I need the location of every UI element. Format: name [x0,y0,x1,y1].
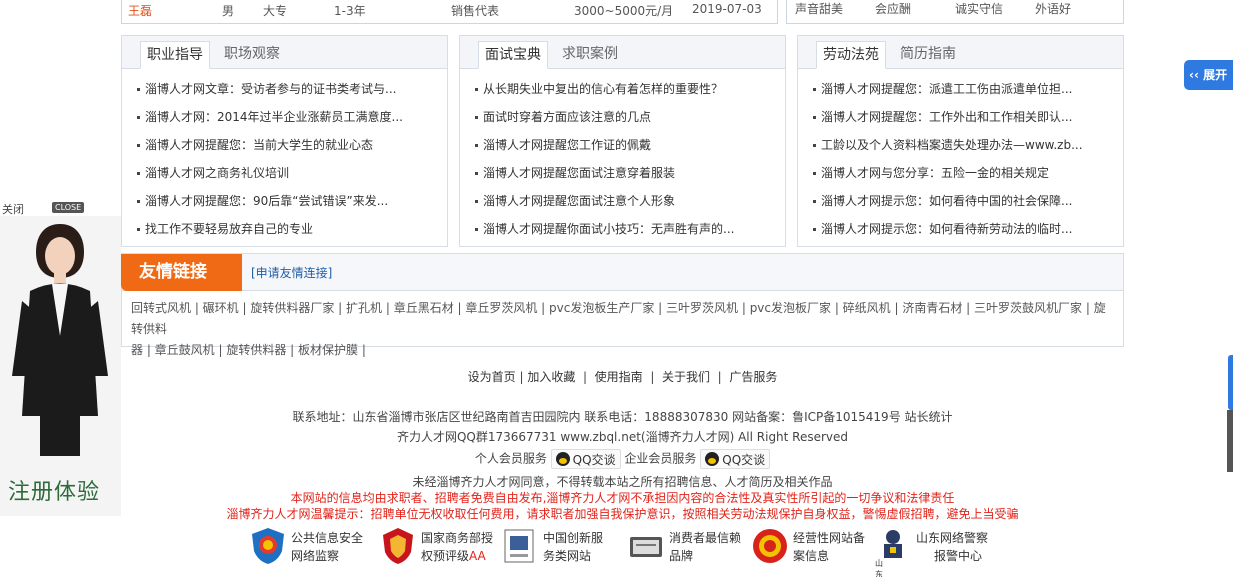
apply-link-button[interactable]: [申请友情连接] [251,264,332,281]
footer-nav: 设为首页 | 加入收藏 | 使用指南 | 关于我们 | 广告服务 [467,370,778,384]
footer-link-guide[interactable]: 使用指南 [595,370,643,384]
tag: 声音甜美 [795,2,844,16]
resume-tags: 声音甜美 会应酬 诚实守信 外语好 [786,0,1124,24]
panel-labor-law: 劳动法苑 简历指南 淄博人才网提醒您：派遣工工伤由派遣单位担... 淄博人才网提… [797,35,1124,247]
friend-links-section: 友情链接 [申请友情连接] 回转式风机 | 碾环机 | 旋转供料器厂家 | 扩孔… [121,253,1124,357]
article-list: 淄博人才网文章：受访者参与的证书类考试与... 淄博人才网：2014年过半企业涨… [122,69,447,243]
right-float-tab[interactable] [1228,355,1233,410]
tag: 会应酬 [875,2,912,16]
friend-links-line[interactable]: 回转式风机 | 碾环机 | 旋转供料器厂家 | 扩孔机 | 章丘黑石材 | 章丘… [131,298,1114,340]
footer-notice: 未经淄博齐力人才网同意，不得转载本站之所有招聘信息、人才简历及相关作品 [412,475,833,489]
resume-name[interactable]: 王磊 [128,2,152,19]
friend-links-list[interactable]: 回转式风机 | 碾环机 | 旋转供料器厂家 | 扩孔机 | 章丘黑石材 | 章丘… [122,291,1123,361]
list-item[interactable]: 淄博人才网提示您：如何看待新劳动法的临时... [812,215,1113,243]
tag: 外语好 [1035,2,1072,16]
side-ad-caption[interactable]: 注册体验 [8,474,100,506]
resume-experience: 1-3年 [334,4,366,18]
double-chevron-left-icon: ‹‹ [1189,68,1199,82]
footer-link-ads[interactable]: 广告服务 [729,370,777,384]
resume-salary: 3000~5000元/月 [574,4,674,18]
friend-links-title: 友情链接 [121,254,242,291]
enterprise-service-label: 企业会员服务 [624,451,697,466]
certificate-icon [504,529,534,563]
panel-tabs: 面试宝典 求职案例 [460,36,785,69]
tab-career-guidance[interactable]: 职业指导 [140,41,210,69]
list-item[interactable]: 淄博人才网提醒您：工作外出和工作相关即认... [812,103,1113,131]
woman-illustration-icon [12,224,108,456]
side-ad-banner[interactable]: 注册体验 [0,216,121,516]
close-text[interactable]: 关闭 [2,201,24,217]
list-item[interactable]: 淄博人才网提醒您面试注意个人形象 [474,187,775,215]
expand-button[interactable]: ‹‹ 展开 [1184,60,1233,90]
list-item[interactable]: 淄博人才网提醒您面试注意穿着服装 [474,159,775,187]
panel-tabs: 劳动法苑 简历指南 [798,36,1123,69]
panel-interview-tips: 面试宝典 求职案例 从长期失业中复出的信心有着怎样的重要性？ 面试时穿着方面应该… [459,35,786,247]
qq-penguin-icon [705,452,720,466]
footer-link-home[interactable]: 设为首页 [468,370,516,384]
close-button[interactable]: CLOSE [52,202,85,213]
list-item[interactable]: 面试时穿着方面应该注意的几点 [474,103,775,131]
resume-education: 大专 [263,4,288,18]
footer-address: 联系地址：山东省淄博市张店区世纪路南首吉田园院内 联系电话：1888830783… [292,410,953,424]
side-ad-close-bar: 关闭 CLOSE [0,201,121,217]
friend-links-header: 友情链接 [申请友情连接] [121,254,1123,291]
footer-link-about[interactable]: 关于我们 [662,370,710,384]
list-item[interactable]: 淄博人才网与您分享：五险一金的相关规定 [812,159,1113,187]
emblem-icon [753,529,787,563]
panel-tabs: 职业指导 职场观察 [122,36,447,69]
trusted-card-icon [630,537,662,557]
personal-qq-button[interactable]: QQ交谈 [550,449,621,469]
friend-links-line[interactable]: 器 | 章丘鼓风机 | 旋转供料器 | 板材保护膜 | [131,340,1114,361]
tag: 诚实守信 [955,2,1004,16]
personal-service-label: 个人会员服务 [474,451,547,466]
footer-link-favorite[interactable]: 加入收藏 [527,370,575,384]
tab-workplace-observation[interactable]: 职场观察 [218,41,286,69]
list-item[interactable]: 淄博人才网提醒您：90后靠“尝试错误”来发... [136,187,437,215]
tab-resume-guide[interactable]: 简历指南 [894,41,962,69]
list-item[interactable]: 找工作不要轻易放弃自己的专业 [136,215,437,243]
tab-job-cases[interactable]: 求职案例 [556,41,624,69]
list-item[interactable]: 淄博人才网提示您：如何看待中国的社会保障... [812,187,1113,215]
panel-career-guidance: 职业指导 职场观察 淄博人才网文章：受访者参与的证书类考试与... 淄博人才网：… [121,35,448,247]
police-icon-caption: 山东警察 [875,559,883,577]
tab-labor-law[interactable]: 劳动法苑 [816,41,886,69]
qq-penguin-icon [555,452,570,466]
list-item[interactable]: 工龄以及个人资料档案遗失处理办法—www.zb... [812,131,1113,159]
footer-warning: 淄博齐力人才网温馨提示：招聘单位无权收取任何费用，请求职者加强自我保护意识，按照… [226,507,1019,521]
resume-gender: 男 [222,4,235,18]
footer-qq-services: 个人会员服务 QQ交谈 企业会员服务 QQ交谈 [121,449,1124,471]
list-item[interactable]: 淄博人才网提醒您：派遣工工伤由派遣单位担... [812,75,1113,103]
footer-disclaimer: 本网站的信息均由求职者、招聘者免费自由发布,淄博齐力人才网不承担因内容的合法性及… [290,491,955,505]
article-list: 从长期失业中复出的信心有着怎样的重要性？ 面试时穿着方面应该注意的几点 淄博人才… [460,69,785,243]
footer-copyright: 齐力人才网QQ群173667731 www.zbql.net(淄博齐力人才网) … [396,430,849,444]
resume-position: 销售代表 [451,4,500,18]
list-item[interactable]: 淄博人才网提醒您：当前大学生的就业心态 [136,131,437,159]
tab-interview-tips[interactable]: 面试宝典 [478,41,548,69]
list-item[interactable]: 从长期失业中复出的信心有着怎样的重要性？ [474,75,775,103]
list-item[interactable]: 淄博人才网提醒你面试小技巧：无声胜有声的... [474,215,775,243]
right-float-panel[interactable] [1227,410,1233,472]
list-item[interactable]: 淄博人才网文章：受访者参与的证书类考试与... [136,75,437,103]
list-item[interactable]: 淄博人才网提醒您工作证的佩戴 [474,131,775,159]
rating-shield-icon [383,528,413,564]
list-item[interactable]: 淄博人才网之商务礼仪培训 [136,159,437,187]
shield-icon [252,528,284,564]
resume-date: 2019-07-03 [692,2,762,16]
resume-list-row[interactable]: 王磊 男 大专 1-3年 销售代表 3000~5000元/月 2019-07-0… [121,0,778,24]
list-item[interactable]: 淄博人才网：2014年过半企业涨薪员工满意度... [136,103,437,131]
article-list: 淄博人才网提醒您：派遣工工伤由派遣单位担... 淄博人才网提醒您：工作外出和工作… [798,69,1123,243]
enterprise-qq-button[interactable]: QQ交谈 [700,449,771,469]
